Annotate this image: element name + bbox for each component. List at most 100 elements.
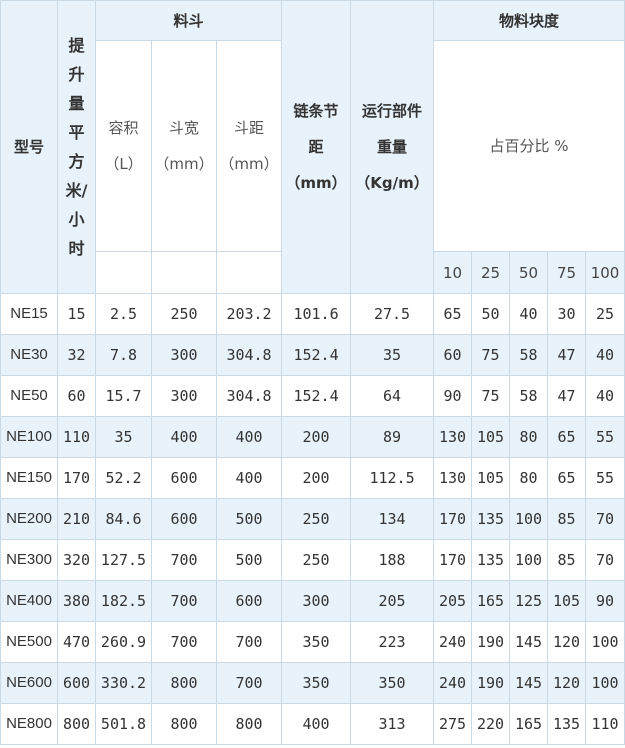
table-cell: 135: [547, 703, 587, 745]
table-cell: 250: [281, 539, 352, 581]
table-cell: 125: [509, 580, 549, 622]
spec-table: 型号 提升量平方米/小时 料斗 链条节 距 （mm） 运行部件 重量 （Kg/m…: [0, 0, 625, 745]
table-cell: 70: [585, 498, 625, 540]
model-cell: NE800: [0, 703, 58, 745]
table-cell: 190: [471, 662, 511, 704]
header-width: 斗宽 （mm）: [151, 40, 217, 252]
table-cell: 55: [585, 416, 625, 458]
header-weight: 运行部件 重量 （Kg/m）: [350, 0, 435, 294]
table-cell: 152.4: [281, 375, 352, 417]
table-cell: 100: [509, 539, 549, 581]
table-cell: 32: [57, 334, 96, 376]
header-percent: 占百分比 %: [433, 40, 625, 252]
table-cell: 700: [215, 621, 283, 663]
table-cell: 75: [471, 375, 511, 417]
table-cell: 205: [433, 580, 473, 622]
table-cell: 85: [547, 539, 587, 581]
table-cell: 64: [350, 375, 435, 417]
table-cell: 40: [585, 334, 625, 376]
table-cell: 210: [57, 498, 96, 540]
header-hopper-spacer: [151, 251, 217, 294]
table-cell: 800: [151, 703, 217, 745]
table-row: NE30 32 7.8 300 304.8 152.4 35 60 75 58 47 40: [0, 334, 625, 376]
model-cell: NE100: [0, 416, 58, 458]
table-cell: 600: [215, 580, 283, 622]
table-cell: 60: [433, 334, 473, 376]
table-cell: 700: [151, 539, 217, 581]
table-cell: 7.8: [95, 334, 152, 376]
header-lift-char: 方: [68, 152, 85, 171]
table-cell: 40: [585, 375, 625, 417]
table-cell: 145: [509, 621, 549, 663]
table-cell: 127.5: [95, 539, 152, 581]
header-lift: 提升量平方米/小时: [57, 0, 96, 294]
table-cell: 65: [547, 457, 587, 499]
table-cell: 65: [547, 416, 587, 458]
table-cell: 200: [281, 457, 352, 499]
table-cell: 700: [215, 662, 283, 704]
table-cell: 800: [57, 703, 96, 745]
header-lift-char: 时: [68, 239, 85, 258]
table-cell: 58: [509, 375, 549, 417]
table-cell: 330.2: [95, 662, 152, 704]
table-cell: 275: [433, 703, 473, 745]
table-cell: 100: [509, 498, 549, 540]
table-cell: 188: [350, 539, 435, 581]
table-cell: 350: [350, 662, 435, 704]
table-row: NE300 320 127.5 700 500 250 188 170 135 100 85 70: [0, 539, 625, 581]
header-lift-char: 量: [68, 94, 85, 113]
header-spacing: 斗距 （mm）: [215, 40, 283, 252]
table-cell: 700: [151, 580, 217, 622]
table-cell: 400: [215, 457, 283, 499]
table-cell: 75: [471, 334, 511, 376]
table-cell: 182.5: [95, 580, 152, 622]
table-cell: 700: [151, 621, 217, 663]
table-cell: 70: [585, 539, 625, 581]
table-cell: 350: [281, 662, 352, 704]
model-cell: NE150: [0, 457, 58, 499]
table-row: NE800 800 501.8 800 800 400 313 275 220 165 135 110: [0, 703, 625, 745]
table-cell: 80: [509, 416, 549, 458]
header-percent-100: 100: [585, 251, 625, 294]
table-cell: 250: [151, 293, 217, 335]
table-cell: 380: [57, 580, 96, 622]
table-cell: 320: [57, 539, 96, 581]
table-cell: 250: [281, 498, 352, 540]
table-cell: 90: [433, 375, 473, 417]
table-cell: 134: [350, 498, 435, 540]
table-row: NE150 170 52.2 600 400 200 112.5 130 105 80 65 55: [0, 457, 625, 499]
model-cell: NE300: [0, 539, 58, 581]
table-cell: 120: [547, 662, 587, 704]
model-cell: NE15: [0, 293, 58, 335]
table-cell: 165: [471, 580, 511, 622]
table-cell: 130: [433, 416, 473, 458]
header-lift-char: 米/: [65, 181, 88, 200]
table-row: NE100 110 35 400 400 200 89 130 105 80 65 55: [0, 416, 625, 458]
table-cell: 170: [433, 539, 473, 581]
table-cell: 800: [151, 662, 217, 704]
table-cell: 304.8: [215, 375, 283, 417]
table-cell: 52.2: [95, 457, 152, 499]
table-cell: 400: [281, 703, 352, 745]
table-cell: 400: [151, 416, 217, 458]
table-cell: 800: [215, 703, 283, 745]
table-cell: 105: [471, 416, 511, 458]
table-cell: 300: [281, 580, 352, 622]
table-row: NE200 210 84.6 600 500 250 134 170 135 100 85 70: [0, 498, 625, 540]
table-cell: 400: [215, 416, 283, 458]
table-cell: 170: [57, 457, 96, 499]
table-cell: 100: [585, 662, 625, 704]
table-cell: 110: [585, 703, 625, 745]
table-row: NE50 60 15.7 300 304.8 152.4 64 90 75 58 47 40: [0, 375, 625, 417]
header-lump-group: 物料块度: [433, 0, 625, 41]
header-hopper-spacer: [215, 251, 283, 294]
model-cell: NE50: [0, 375, 58, 417]
table-cell: 85: [547, 498, 587, 540]
table-cell: 55: [585, 457, 625, 499]
table-cell: 84.6: [95, 498, 152, 540]
model-cell: NE500: [0, 621, 58, 663]
header-chain-pitch: 链条节 距 （mm）: [281, 0, 352, 294]
table-cell: 135: [471, 498, 511, 540]
model-cell: NE600: [0, 662, 58, 704]
table-cell: 500: [215, 498, 283, 540]
